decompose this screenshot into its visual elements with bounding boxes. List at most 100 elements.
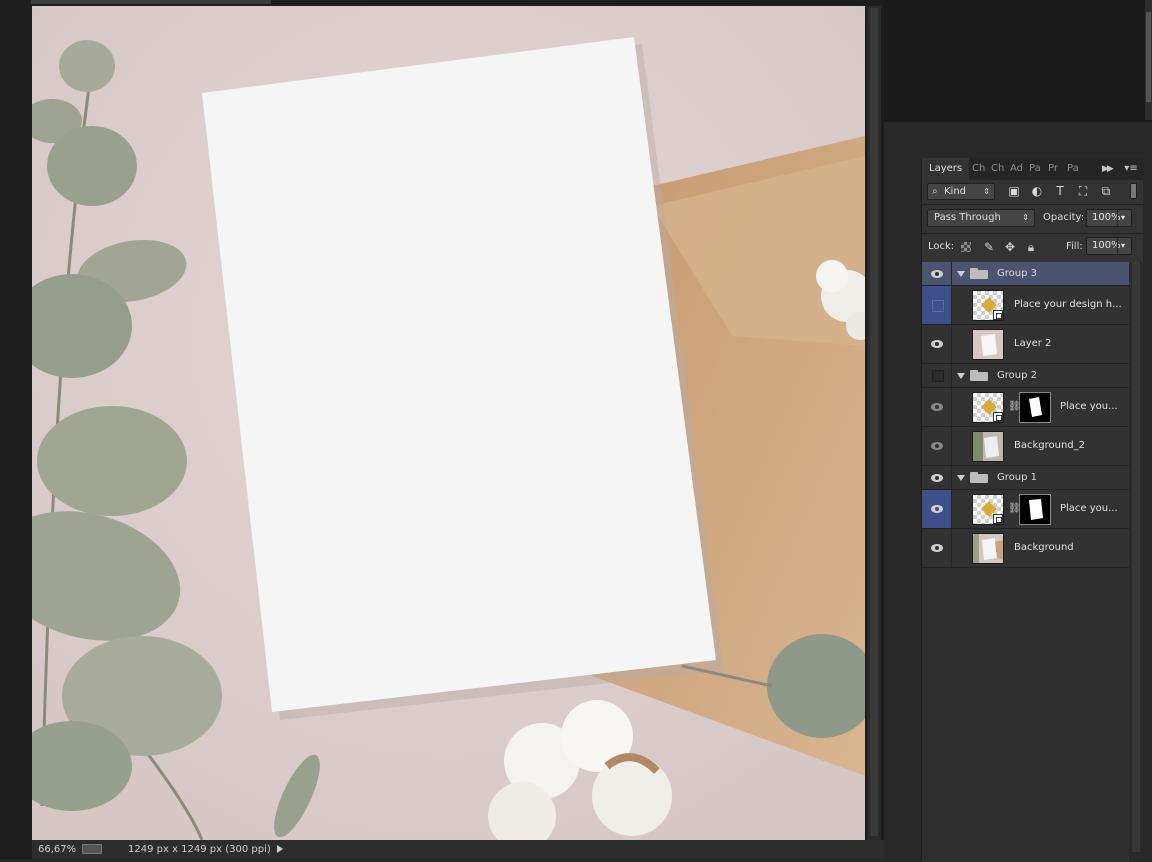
- visibility-cell[interactable]: [922, 262, 952, 285]
- filter-pixel-icon[interactable]: ▣: [1007, 184, 1021, 198]
- filter-smart-object-icon[interactable]: ⧉: [1099, 184, 1113, 198]
- layer-thumbnail[interactable]: [972, 329, 1004, 360]
- folder-icon: [970, 268, 988, 279]
- layer-name[interactable]: Background: [1014, 542, 1074, 553]
- eye-icon[interactable]: [931, 474, 943, 482]
- layer-name[interactable]: Background_2: [1014, 440, 1085, 451]
- layer-row-group-2[interactable]: Group 2: [922, 364, 1129, 388]
- tabs-overflow-icon[interactable]: ▶▶: [1102, 164, 1114, 174]
- zoom-readout[interactable]: 66,67%: [38, 840, 76, 859]
- eye-icon[interactable]: [931, 544, 943, 552]
- fill-field[interactable]: 100% ▾: [1086, 237, 1132, 255]
- visibility-off-box[interactable]: [932, 300, 944, 312]
- tab-paragraph[interactable]: Pa: [1064, 158, 1082, 180]
- layer-list-scroll-thumb[interactable]: [1132, 262, 1140, 852]
- lock-transparent-pixels-icon[interactable]: [961, 242, 971, 252]
- chevron-down-icon[interactable]: ▾: [1117, 210, 1128, 226]
- eye-icon[interactable]: [931, 270, 943, 278]
- blank-card: [202, 37, 716, 712]
- visibility-cell[interactable]: [922, 529, 952, 567]
- visibility-cell[interactable]: [922, 388, 952, 426]
- layer-row-group-3[interactable]: Group 3: [922, 262, 1129, 286]
- status-info-icon[interactable]: [82, 844, 102, 854]
- chevron-down-icon[interactable]: ▾: [1117, 238, 1128, 254]
- eye-icon[interactable]: [931, 442, 943, 450]
- tab-layers[interactable]: Layers: [922, 158, 970, 180]
- folder-icon: [970, 370, 988, 381]
- tab-character[interactable]: Ch: [988, 158, 1007, 180]
- layer-name[interactable]: Place you...: [1060, 503, 1118, 514]
- tab-adjustments[interactable]: Ad: [1007, 158, 1026, 180]
- dock-scroll-thumb[interactable]: [1146, 12, 1151, 102]
- mask-shape: [1029, 499, 1043, 520]
- filter-shape-icon[interactable]: ⛶: [1076, 184, 1090, 198]
- tab-properties[interactable]: Pr: [1045, 158, 1061, 180]
- layer-thumbnail[interactable]: [972, 533, 1004, 564]
- thumbnail-art: [981, 334, 997, 356]
- visibility-cell[interactable]: [922, 427, 952, 465]
- layer-name[interactable]: Place you...: [1060, 401, 1118, 412]
- visibility-cell[interactable]: [922, 466, 952, 489]
- tab-channels[interactable]: Ch: [969, 158, 988, 180]
- chevron-updown-icon: ⇕: [983, 187, 990, 196]
- panel-menu-icon[interactable]: ▾≡: [1122, 162, 1140, 176]
- visibility-cell[interactable]: [922, 364, 952, 387]
- filter-toggle-switch[interactable]: [1130, 183, 1137, 199]
- lock-image-pixels-icon[interactable]: ✎: [982, 240, 996, 254]
- visibility-cell[interactable]: [922, 325, 952, 363]
- layer-name[interactable]: Group 2: [997, 370, 1037, 381]
- status-menu-arrow-icon[interactable]: [277, 845, 283, 853]
- document-size-info: 1249 px x 1249 px (300 ppi): [128, 844, 271, 855]
- link-chain-icon[interactable]: ⛓︎: [1008, 502, 1021, 516]
- opacity-label: Opacity:: [1043, 212, 1085, 223]
- layer-row-group-1[interactable]: Group 1: [922, 466, 1129, 490]
- disclosure-triangle-icon[interactable]: [957, 271, 965, 277]
- visibility-off-box[interactable]: [932, 370, 944, 382]
- panel-dock-empty-area: [884, 0, 1152, 122]
- layer-row-place-design[interactable]: Place your design h...: [922, 286, 1129, 325]
- lock-all-icon[interactable]: 🔒︎: [1024, 240, 1038, 254]
- filter-adjustment-icon[interactable]: ◐: [1030, 184, 1044, 198]
- layer-mask-thumbnail[interactable]: [1019, 392, 1051, 423]
- visibility-cell[interactable]: [922, 286, 952, 324]
- disclosure-triangle-icon[interactable]: [957, 475, 965, 481]
- opacity-field[interactable]: 100% ▾: [1086, 209, 1132, 227]
- layer-thumbnail[interactable]: [972, 392, 1004, 423]
- divider: [922, 233, 1143, 234]
- layer-thumbnail[interactable]: [972, 290, 1004, 321]
- layer-row-background-2[interactable]: Background_2: [922, 427, 1129, 466]
- thumbnail-art: [973, 534, 1003, 563]
- document-vertical-scrollbar[interactable]: [866, 6, 881, 840]
- layer-thumbnail[interactable]: [972, 494, 1004, 525]
- filter-type-icon[interactable]: T: [1053, 184, 1067, 198]
- layer-name[interactable]: Group 1: [997, 472, 1037, 483]
- layer-row-place-you-masked[interactable]: ⛓︎ Place you...: [922, 388, 1129, 427]
- lock-position-icon[interactable]: ✥: [1003, 240, 1017, 254]
- layer-name[interactable]: Place your design h...: [1014, 299, 1122, 310]
- eye-icon[interactable]: [931, 403, 943, 411]
- dock-scrollbar[interactable]: [1145, 0, 1152, 120]
- eye-icon[interactable]: [931, 340, 943, 348]
- document-canvas[interactable]: [32, 6, 865, 840]
- link-chain-icon[interactable]: ⛓︎: [1008, 400, 1021, 414]
- document-tab-strip[interactable]: [31, 0, 271, 4]
- layer-list[interactable]: Group 3 Place your design h... Layer 2 G…: [922, 262, 1129, 862]
- filter-kind-select[interactable]: ⌕ Kind ⇕: [927, 183, 995, 200]
- eye-icon[interactable]: [931, 505, 943, 513]
- layer-thumbnail[interactable]: [972, 431, 1004, 462]
- layer-mask-thumbnail[interactable]: [1019, 494, 1051, 525]
- scroll-thumb[interactable]: [870, 8, 878, 836]
- layer-name[interactable]: Group 3: [997, 268, 1037, 279]
- tab-paths[interactable]: Pa: [1026, 158, 1044, 180]
- layer-row-place-you-group-1[interactable]: ⛓︎ Place you...: [922, 490, 1129, 529]
- layer-row-layer-2[interactable]: Layer 2: [922, 325, 1129, 364]
- layer-row-background[interactable]: Background: [922, 529, 1129, 568]
- blend-mode-select[interactable]: Pass Through ⇕: [927, 209, 1035, 227]
- chevron-updown-icon: ⇕: [1022, 213, 1029, 222]
- visibility-cell[interactable]: [922, 490, 952, 528]
- layer-name[interactable]: Layer 2: [1014, 338, 1051, 349]
- document-window: 66,67% 1249 px x 1249 px (300 ppi): [0, 0, 884, 859]
- layer-list-scrollbar[interactable]: [1129, 262, 1143, 859]
- disclosure-triangle-icon[interactable]: [957, 373, 965, 379]
- layers-panel: Layers Ch Ch Ad Pa Pr Pa ▶▶ ▾≡ ⌕ Kind ⇕ …: [921, 158, 1143, 862]
